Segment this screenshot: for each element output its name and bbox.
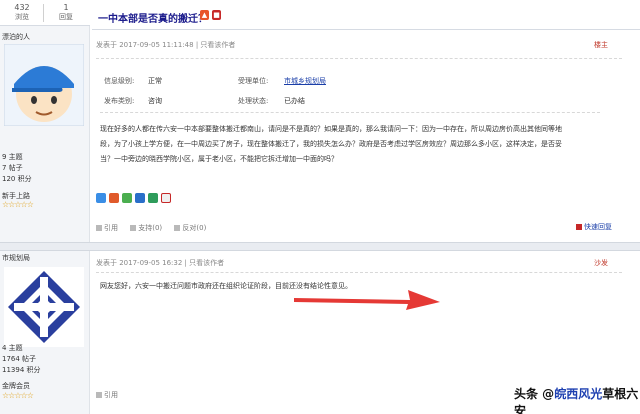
hot-icon: ▲ [200,10,209,20]
watermark: 头条 @皖西风光草根六安 [514,385,640,414]
share-other-icon[interactable] [161,193,171,203]
post1-posted-time: 发表于 2017-09-05 11:11:48 [96,41,194,49]
views-label: 浏览 [15,13,29,21]
post2-topics[interactable]: 4 主题 [2,343,23,353]
info-type-value: 正常 [148,77,162,85]
share-qzone-icon[interactable] [96,193,106,203]
quote-icon [96,225,102,231]
share-wechat-icon[interactable] [122,193,132,203]
unit-label: 受理单位: [238,77,269,85]
post1-support-button[interactable]: 支持(0) [130,224,162,232]
thread-title-bar: 一中本部是否真的搬迁？ ▲ ■ [92,0,640,30]
post1-topics[interactable]: 9 主题 [2,152,23,162]
watermark-prefix: 头条 @ [514,387,555,401]
status-value: 已办结 [284,97,305,105]
post2-divider [96,272,622,273]
status-label: 处理状态: [238,97,269,105]
replies-stat: 1 回复 [46,3,86,22]
post2-rank-stars: ☆☆☆☆☆ [2,391,34,400]
post1-divider [96,58,622,59]
post1-quote-button[interactable]: 引用 [96,224,118,232]
views-stat: 432 浏览 [2,3,42,22]
post2-avatar[interactable] [4,267,84,347]
quote-icon [96,392,102,398]
post1-actions: 引用 支持(0) 反对(0) [96,223,216,233]
share-weibo-icon[interactable] [109,193,119,203]
annotation-arrow [294,290,440,310]
category-label: 发布类别: [104,97,135,105]
thread-stats: 432 浏览 1 回复 [0,0,90,26]
post1-points: 120 积分 [2,175,32,183]
post2-quote-button[interactable]: 引用 [96,391,118,399]
post1-user-panel: 漂泊的人 9 主题 7 帖子 120 积分 新手上路 ☆☆☆☆☆ [0,26,90,242]
post2-floor-label[interactable]: 沙发 [594,258,608,268]
post2-username[interactable]: 市规划局 [2,253,30,263]
thread-title[interactable]: 一中本部是否真的搬迁？ [98,10,208,25]
post1-posts[interactable]: 7 帖子 [2,163,23,173]
post1-only-author-link[interactable]: 只看该作者 [200,41,235,49]
quick-reply-link[interactable]: 快速回复 [576,222,612,232]
lock-icon: ■ [212,10,221,20]
share-douban-icon[interactable] [148,193,158,203]
share-renren-icon[interactable] [135,193,145,203]
post2-meta: 发表于 2017-09-05 16:32 | 只看该作者 [96,258,224,268]
post2-only-author-link[interactable]: 只看该作者 [189,259,224,267]
stat-divider [43,4,44,22]
post1-body: 现在好多的人都在传六安一中本部要整体搬迁都南山，请问是不是真的？如果是真的，那么… [100,125,562,163]
thumb-up-icon [130,225,137,231]
replies-count: 1 [63,3,69,12]
post1-meta: 发表于 2017-09-05 11:11:48 | 只看该作者 [96,40,235,50]
post1-username[interactable]: 漂泊的人 [2,32,30,42]
thumb-down-icon [174,225,181,231]
post2-points: 11394 积分 [2,366,41,374]
reply-icon [576,224,582,230]
post-separator-band [0,242,640,251]
post1-avatar[interactable] [4,44,84,126]
views-count: 432 [14,3,30,12]
post2-posted-time: 发表于 2017-09-05 16:32 [96,259,183,267]
post1-rank-stars: ☆☆☆☆☆ [2,200,34,209]
info-divider [100,112,600,113]
post1-oppose-button[interactable]: 反对(0) [174,224,206,232]
category-value: 咨询 [148,97,162,105]
replies-label: 回复 [59,13,73,21]
info-type-label: 信息级别: [104,77,135,85]
post2-rank: 金牌会员 [2,382,30,390]
watermark-name: 皖西风光 [554,387,603,401]
post1-floor-label[interactable]: 楼主 [594,40,608,50]
post2-user-panel: 市规划局 4 主题 1764 帖子 11394 积分 金牌会员 ☆☆☆☆☆ [0,251,90,414]
post2-posts[interactable]: 1764 帖子 [2,354,36,364]
post2-actions: 引用 [96,390,128,400]
unit-link[interactable]: 市城乡规划局 [284,76,326,86]
